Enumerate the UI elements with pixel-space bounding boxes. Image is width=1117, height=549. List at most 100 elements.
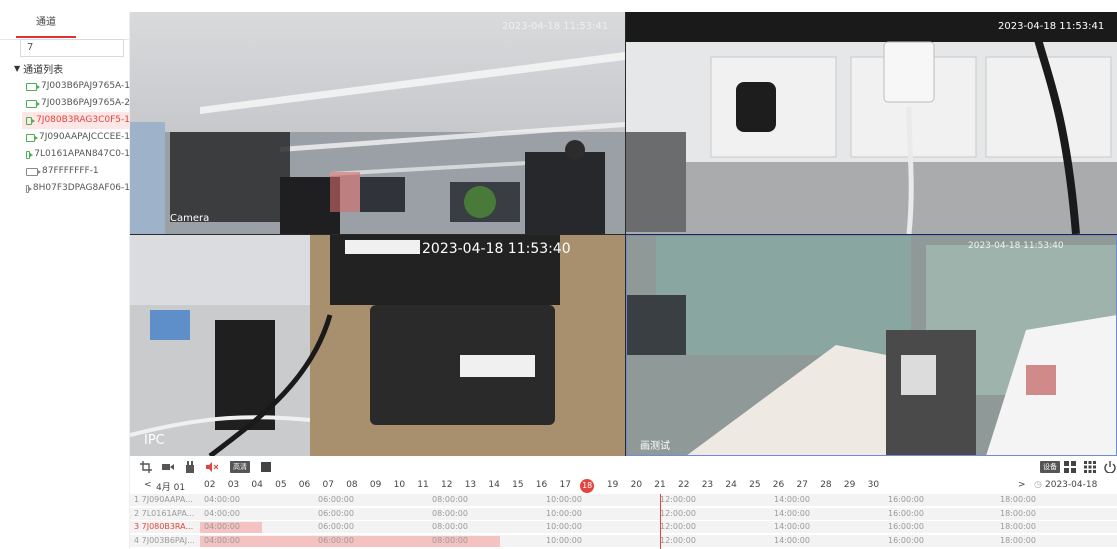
timeline-tick-label: 06:00:00: [318, 495, 354, 504]
date-day[interactable]: 16: [536, 480, 547, 490]
date-day[interactable]: 02: [204, 480, 215, 490]
channel-item-label: 7L0161APAN847C0-1: [34, 149, 130, 159]
date-day[interactable]: 17: [560, 480, 571, 490]
timeline-tick-label: 08:00:00: [432, 535, 468, 545]
timeline-tick-label: 10:00:00: [546, 535, 582, 545]
date-day[interactable]: 19: [607, 480, 618, 490]
channel-item[interactable]: 8H07F3DPAG8AF06-1: [22, 180, 130, 197]
date-day[interactable]: 29: [844, 480, 855, 490]
crop-icon[interactable]: [140, 461, 152, 473]
video-cell-1[interactable]: 2023-04-18 11:53:41 Camera: [130, 12, 625, 234]
video-cell-4[interactable]: 2023-04-18 11:53:40 画测试: [626, 235, 1117, 456]
snapshot-icon[interactable]: [184, 461, 196, 473]
date-day[interactable]: 08: [346, 480, 357, 490]
timeline-row[interactable]: 1 7J090AAPA... 04:00:00 06:00:00 08:00:00 10…: [130, 494, 1117, 507]
timeline-tick-label: 06:00:00: [318, 508, 354, 518]
timeline-tick-label: 04:00:00: [204, 508, 240, 518]
power-icon[interactable]: [1104, 461, 1116, 473]
video-cell-2[interactable]: 2023-04-18 11:53:41: [626, 12, 1117, 234]
date-day[interactable]: 11: [417, 480, 428, 490]
channel-tree: 7J003B6PAJ9765A-1 7J003B6PAJ9765A-2 7J080B…: [22, 78, 130, 197]
date-day[interactable]: 03: [228, 480, 239, 490]
date-day[interactable]: 26: [773, 480, 784, 490]
date-day[interactable]: 30: [868, 480, 879, 490]
camera-icon: [26, 167, 41, 176]
timeline-tick-label: 14:00:00: [774, 508, 810, 518]
timeline-tick-label: 18:00:00: [1000, 508, 1036, 518]
timeline-row-name: 3 7J080B3RA...: [134, 522, 194, 531]
channel-sidebar: 通道 7 ▼ 通道列表 7J003B6PAJ9765A-1 7J003B6PAJ9…: [0, 12, 130, 549]
camera-icon: [26, 99, 41, 108]
timeline-row[interactable]: 2 7L0161APA... 04:00:00 06:00:00 08:00:00 10…: [130, 507, 1117, 521]
grid-9-icon[interactable]: [1084, 461, 1096, 473]
channel-item[interactable]: 7J090AAPAJCCCEE-1: [22, 129, 130, 146]
timeline-tick-label: 16:00:00: [888, 522, 924, 531]
channel-tree-header[interactable]: ▼ 通道列表: [14, 61, 63, 76]
video-cell-3[interactable]: 2023-04-18 11:53:40 IPC: [130, 235, 625, 456]
channel-item[interactable]: 7L0161APAN847C0-1: [22, 146, 130, 163]
device-button[interactable]: 设备: [1040, 461, 1060, 473]
timeline-tick-label: 04:00:00: [204, 535, 240, 545]
hd-toggle-button[interactable]: 高清: [230, 461, 250, 473]
date-day[interactable]: 05: [275, 480, 286, 490]
timeline-tick-label: 16:00:00: [888, 508, 924, 518]
app-window: { "sidebar": { "tab_label": "通道", "searc…: [0, 0, 1117, 549]
channel-item-label: 7J003B6PAJ9765A-1: [41, 81, 130, 91]
channel-item[interactable]: 7J003B6PAJ9765A-1: [22, 78, 130, 95]
timeline-row[interactable]: 3 7J080B3RA... 04:00:00 06:00:00 08:00:00 10…: [130, 521, 1117, 534]
channel-item[interactable]: 7J080B3RAG3C0F5-1: [22, 112, 130, 129]
channel-item[interactable]: 87FFFFFFF-1: [22, 163, 130, 180]
camera-icon: [26, 116, 36, 125]
grid-4-icon[interactable]: [1064, 461, 1076, 473]
date-day[interactable]: 22: [678, 480, 689, 490]
timeline-tick-label: 08:00:00: [432, 495, 468, 504]
stop-icon[interactable]: [260, 461, 272, 473]
channel-search-input[interactable]: 7: [20, 39, 124, 57]
date-day[interactable]: 21: [654, 480, 665, 490]
timeline-tick-label: 18:00:00: [1000, 522, 1036, 531]
window-box-image: [626, 235, 1117, 456]
timeline-tick-label: 10:00:00: [546, 522, 582, 531]
date-day[interactable]: 15: [512, 480, 523, 490]
video-timestamp: 2023-04-18 11:53:40: [422, 241, 571, 257]
timeline-tick-label: 08:00:00: [432, 522, 468, 531]
date-day[interactable]: 04: [251, 480, 262, 490]
date-day[interactable]: 24: [725, 480, 736, 490]
date-day[interactable]: 13: [465, 480, 476, 490]
channel-item-label: 7J003B6PAJ9765A-2: [41, 98, 130, 108]
date-day[interactable]: 14: [488, 480, 499, 490]
tab-channels[interactable]: 通道: [16, 12, 76, 38]
date-day[interactable]: 18: [580, 479, 595, 493]
next-month-icon[interactable]: >: [1018, 480, 1026, 490]
current-date[interactable]: 2023-04-18: [1045, 480, 1097, 490]
timeline-tick-label: 12:00:00: [660, 508, 696, 518]
date-day[interactable]: 28: [820, 480, 831, 490]
timeline-row-name: 4 7J003B6PAJ...: [134, 535, 195, 545]
channel-item-label: 7J090AAPAJCCCEE-1: [39, 132, 130, 142]
video-timestamp: 2023-04-18 11:53:40: [968, 241, 1064, 251]
date-day[interactable]: 06: [299, 480, 310, 490]
timeline-tick-label: 12:00:00: [660, 522, 696, 531]
timeline-playhead[interactable]: [660, 494, 661, 549]
month-label: 4月 01: [156, 483, 186, 493]
timeline: 4 7J003B6PAJ... 04:00:00 06:00:00 08:00:00 1…: [130, 494, 1117, 549]
timeline-tick-label: 14:00:00: [774, 535, 810, 545]
channel-item[interactable]: 7J003B6PAJ9765A-2: [22, 95, 130, 112]
date-day[interactable]: 09: [370, 480, 381, 490]
date-day[interactable]: 27: [797, 480, 808, 490]
timeline-tick-label: 18:00:00: [1000, 495, 1036, 504]
record-icon[interactable]: [162, 461, 174, 473]
date-day[interactable]: 20: [631, 480, 642, 490]
prev-month-icon[interactable]: <: [144, 480, 152, 490]
mute-icon[interactable]: [206, 461, 218, 473]
camera-icon: [26, 150, 34, 159]
date-day[interactable]: 25: [749, 480, 760, 490]
timeline-tick-label: 04:00:00: [204, 522, 240, 531]
clock-icon: ◷: [1034, 480, 1042, 490]
channel-item-label: 87FFFFFFF-1: [42, 166, 99, 176]
date-day[interactable]: 10: [394, 480, 405, 490]
date-day[interactable]: 23: [702, 480, 713, 490]
timeline-row[interactable]: 4 7J003B6PAJ... 04:00:00 06:00:00 08:00:00 1…: [130, 534, 1117, 548]
date-day[interactable]: 07: [323, 480, 334, 490]
date-day[interactable]: 12: [441, 480, 452, 490]
